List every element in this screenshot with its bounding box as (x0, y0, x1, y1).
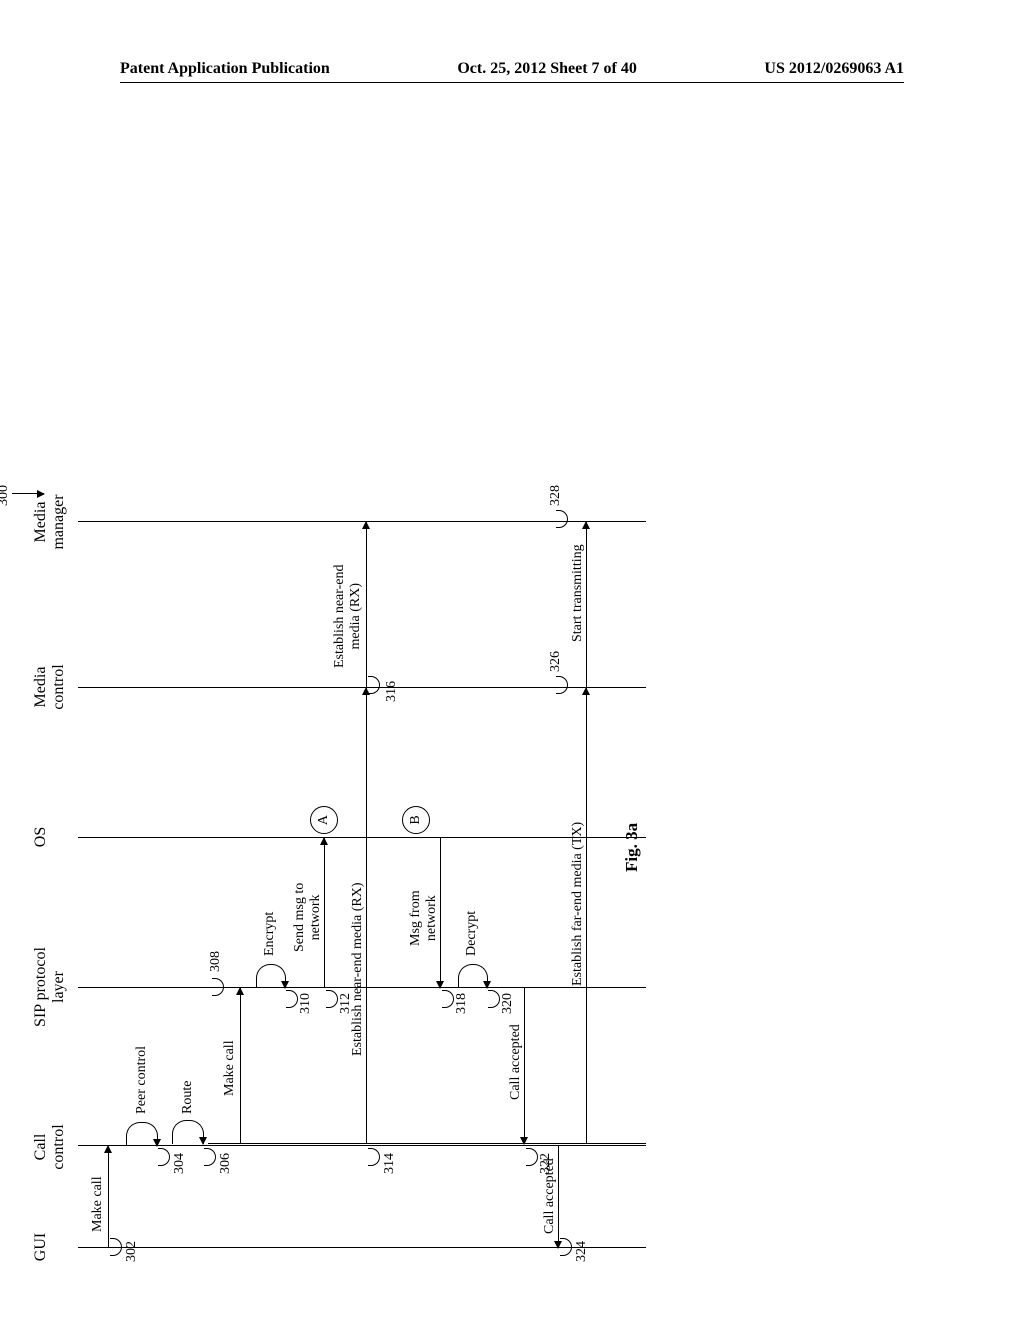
ref-306: 306 (218, 1153, 234, 1174)
label-make-call-1: Make call (90, 1176, 106, 1232)
ref-304: 304 (172, 1153, 188, 1174)
self-decrypt (458, 964, 488, 988)
ref-318: 318 (454, 993, 470, 1014)
self-peer-control (126, 1122, 158, 1146)
label-route: Route (180, 1081, 196, 1114)
ref-328: 328 (548, 485, 564, 506)
ref-308: 308 (208, 951, 224, 972)
page-header: Patent Application Publication Oct. 25, … (0, 60, 1024, 78)
arrow-send-msg (324, 838, 325, 988)
label-start-tx: Start transmitting (570, 544, 586, 642)
tie-312 (326, 990, 338, 1008)
lifeline-os (78, 837, 646, 838)
label-est-near-end-1: Establish near-end media (RX) (350, 883, 366, 1057)
sequence-diagram: GUI Call control SIP protocol layer OS M… (186, 172, 826, 1132)
tie-306 (204, 1148, 216, 1166)
tie-324 (560, 1238, 572, 1256)
tie-310 (286, 990, 298, 1008)
tie-318 (442, 990, 454, 1008)
ref-300-arrow (12, 493, 44, 494)
tie-328 (556, 510, 568, 528)
ref-314: 314 (382, 1153, 398, 1174)
tie-314 (368, 1148, 380, 1166)
tie-322 (526, 1148, 538, 1166)
ref-326: 326 (548, 651, 564, 672)
ref-300: 300 (0, 485, 12, 506)
ref-302: 302 (124, 1241, 140, 1262)
label-est-near-end-2: Establish near-end media (RX) (332, 564, 364, 668)
node-b: B (402, 806, 430, 834)
label-send-msg: Send msg to network (292, 883, 324, 952)
tie-326 (556, 676, 568, 694)
label-call-accepted-2: Call accepted (542, 1158, 558, 1234)
label-est-far-end: Establish far-end media (TX) (570, 822, 586, 986)
arrow-make-call-1 (108, 1146, 109, 1248)
tie-320 (488, 990, 500, 1008)
lifeline-call-control (78, 1145, 646, 1146)
tie-308 (212, 978, 224, 996)
arrow-start-tx (586, 522, 587, 688)
lifeline-label-call-control: Call control (32, 1112, 68, 1182)
arrow-est-near-end-short (366, 522, 367, 688)
arrow-est-far-end (586, 688, 587, 1144)
node-a: A (310, 806, 338, 834)
label-call-accepted-1: Call accepted (508, 1024, 524, 1100)
ref-324: 324 (574, 1241, 590, 1262)
lifeline-label-gui: GUI (32, 1222, 50, 1272)
label-peer-control: Peer control (134, 1046, 150, 1114)
label-decrypt: Decrypt (464, 911, 480, 956)
tie-304 (158, 1148, 170, 1166)
lifeline-label-media-control: Media control (32, 652, 68, 722)
label-make-call-2: Make call (222, 1040, 238, 1096)
arrow-make-call-2 (240, 988, 241, 1144)
lifeline-label-os: OS (32, 817, 50, 857)
header-rule (120, 82, 904, 83)
label-msg-from-net: Msg from network (408, 890, 440, 946)
ref-320: 320 (500, 993, 516, 1014)
ref-310: 310 (298, 993, 314, 1014)
tie-302 (110, 1238, 122, 1256)
header-center: Oct. 25, 2012 Sheet 7 of 40 (457, 60, 637, 78)
ref-316: 316 (384, 681, 400, 702)
arrow-call-accepted-2 (558, 1146, 559, 1248)
arrow-msg-from-net (440, 838, 441, 988)
self-route (172, 1120, 204, 1144)
tie-316 (368, 676, 380, 694)
figure-number: Fig. 3a (622, 823, 642, 872)
header-right: US 2012/0269063 A1 (764, 60, 904, 78)
label-encrypt: Encrypt (262, 912, 278, 956)
lifeline-label-sip: SIP protocol layer (32, 932, 68, 1042)
arrow-call-accepted-1 (524, 988, 525, 1144)
header-left: Patent Application Publication (120, 60, 330, 78)
arrow-est-near-end-long (366, 688, 367, 1144)
self-encrypt (256, 964, 286, 988)
